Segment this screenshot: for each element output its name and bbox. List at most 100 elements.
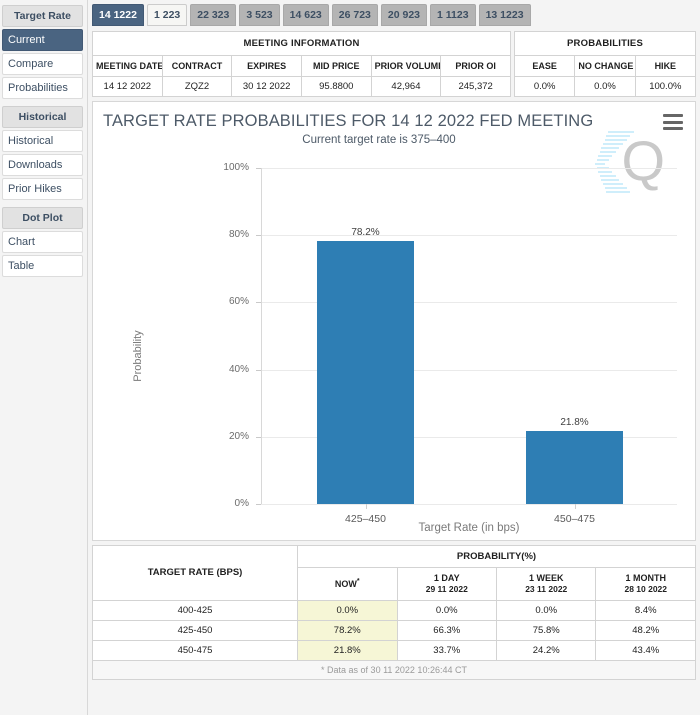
meeting-info-col-header: MEETING DATE bbox=[92, 55, 163, 77]
sidebar-item-table[interactable]: Table bbox=[2, 255, 83, 277]
y-gridline bbox=[261, 504, 677, 505]
main-content: 14 1222 1 223 22 323 3 523 14 623 26 723 20 92… bbox=[88, 0, 700, 715]
y-tick-label: 60% bbox=[228, 296, 249, 308]
sidebar-group-dot-plot: Dot Plot Chart Table bbox=[2, 207, 83, 277]
prob-col-subdate: 29 11 2022 bbox=[425, 584, 468, 595]
probabilities-col-header: NO CHANGE bbox=[574, 55, 636, 77]
y-tick-label: 0% bbox=[234, 498, 249, 509]
meeting-information-table: MEETING INFORMATION MEETING DATE CONTRACT… bbox=[92, 31, 511, 97]
chart-title: TARGET RATE PROBABILITIES FOR 14 12 2022… bbox=[103, 112, 594, 130]
meeting-info-value: 30 12 2022 bbox=[231, 76, 302, 97]
sidebar-group-header: Dot Plot bbox=[2, 207, 83, 229]
meeting-info-col-header: MID PRICE bbox=[300, 55, 372, 77]
sidebar-group-header: Historical bbox=[2, 106, 83, 128]
probability-detail-table: TARGET RATE (BPS) PROBABILITY(%) NOW* 1 D… bbox=[91, 545, 696, 661]
sidebar-group-historical: Historical Historical Downloads Prior Hikes bbox=[2, 106, 83, 200]
probability-cell-now: 78.2% bbox=[297, 619, 398, 641]
data-timestamp-note: * Data as of 30 11 2022 10:26:44 CT bbox=[92, 660, 696, 680]
bar-450-475[interactable] bbox=[526, 430, 623, 504]
x-tick-label: 425–450 bbox=[345, 513, 386, 525]
probability-cell-month: 8.4% bbox=[595, 599, 696, 621]
summary-tables-row: MEETING INFORMATION MEETING DATE CONTRACT… bbox=[92, 31, 697, 97]
hamburger-bar-1 bbox=[663, 114, 683, 117]
tab-13-1223[interactable]: 13 1223 bbox=[478, 4, 531, 26]
sidebar-item-prior-hikes[interactable]: Prior Hikes bbox=[2, 178, 83, 200]
probability-table-body: 400-425 0.0% 0.0% 0.0% 8.4% 425-450 78.2% 66.3%… bbox=[91, 599, 696, 661]
bar-value-label: 21.8% bbox=[560, 416, 589, 428]
table-row: 450-475 21.8% 33.7% 24.2% 43.4% bbox=[91, 639, 696, 661]
probabilities-summary-table: PROBABILITIES EASE NO CHANGE HIKE 0.0% 0.0%… bbox=[513, 31, 697, 97]
tab-20-923[interactable]: 20 923 bbox=[380, 4, 428, 26]
probabilities-value: 0.0% bbox=[513, 76, 576, 97]
hamburger-bar-3 bbox=[663, 127, 683, 130]
y-tick-mark bbox=[256, 504, 261, 505]
x-tick-mark bbox=[365, 504, 367, 509]
x-tick-mark bbox=[574, 504, 576, 509]
y-axis-label: Probability bbox=[132, 330, 144, 382]
sidebar: Target Rate Current Compare Probabilities Hi… bbox=[0, 0, 88, 715]
probability-cell-month: 43.4% bbox=[595, 639, 696, 661]
tab-1-223[interactable]: 1 223 bbox=[146, 4, 188, 26]
probability-cell-week: 0.0% bbox=[495, 599, 597, 621]
probability-cell-day: 33.7% bbox=[396, 639, 498, 661]
watermark-ray bbox=[607, 131, 634, 133]
probability-cell-day: 66.3% bbox=[396, 619, 498, 641]
meeting-info-col-header: CONTRACT bbox=[161, 55, 233, 77]
chart-subtitle: Current target rate is 375–400 bbox=[302, 134, 456, 146]
meeting-info-col-header: PRIOR VOLUME bbox=[370, 55, 442, 77]
y-tick-label: 40% bbox=[228, 363, 249, 375]
y-tick-label: 100% bbox=[223, 162, 249, 173]
prob-col-header-now: NOW* bbox=[297, 567, 398, 601]
probabilities-summary-panel: PROBABILITIES EASE NO CHANGE HIKE 0.0% 0.0%… bbox=[513, 31, 697, 97]
probability-cell-week: 24.2% bbox=[495, 639, 597, 661]
meeting-info-value: ZQZ2 bbox=[161, 76, 233, 97]
target-rate-cell: 425-450 bbox=[91, 619, 299, 641]
meeting-information-title: MEETING INFORMATION bbox=[92, 31, 511, 56]
y-gridline bbox=[261, 168, 677, 169]
y-gridline bbox=[261, 235, 677, 237]
hamburger-icon[interactable] bbox=[663, 114, 683, 130]
tab-14-623[interactable]: 14 623 bbox=[282, 4, 329, 26]
tab-14-1222[interactable]: 14 1222 bbox=[92, 4, 144, 26]
sidebar-item-chart[interactable]: Chart bbox=[2, 231, 83, 253]
probabilities-value: 100.0% bbox=[634, 76, 697, 97]
target-rate-header: TARGET RATE (BPS) bbox=[91, 545, 299, 601]
tab-1-1123[interactable]: 1 1123 bbox=[430, 4, 476, 26]
probability-detail-panel: TARGET RATE (BPS) PROBABILITY(%) NOW* 1 D… bbox=[91, 545, 696, 680]
sidebar-item-downloads[interactable]: Downloads bbox=[2, 154, 83, 176]
probabilities-summary-title: PROBABILITIES bbox=[514, 31, 696, 56]
watermark-ray bbox=[601, 147, 620, 149]
prob-col-header-1-month: 1 MONTH 28 10 2022 bbox=[595, 567, 696, 601]
bar-425-450[interactable] bbox=[317, 241, 414, 504]
meeting-info-col-header: PRIOR OI bbox=[440, 55, 511, 77]
tab-22-323[interactable]: 22 323 bbox=[190, 4, 237, 26]
meeting-information-header-row: MEETING DATE CONTRACT EXPIRES MID PRICE PRIO… bbox=[92, 55, 511, 77]
sidebar-item-compare[interactable]: Compare bbox=[2, 53, 83, 75]
probability-cell-week: 75.8% bbox=[495, 619, 597, 641]
y-tick-label: 20% bbox=[228, 430, 249, 442]
watermark-ray bbox=[598, 155, 613, 157]
sidebar-item-current[interactable]: Current bbox=[2, 29, 83, 51]
sidebar-item-historical[interactable]: Historical bbox=[2, 130, 83, 152]
tab-3-523[interactable]: 3 523 bbox=[239, 4, 280, 26]
meeting-information-value-row: 14 12 2022 ZQZ2 30 12 2022 95.8800 42,964 245… bbox=[92, 76, 511, 97]
table-row: 425-450 78.2% 66.3% 75.8% 48.2% bbox=[91, 619, 696, 641]
prob-col-subdate: 28 10 2022 bbox=[624, 584, 668, 595]
y-axis-line bbox=[261, 168, 262, 504]
meeting-tabs[interactable]: 14 1222 1 223 22 323 3 523 14 623 26 723 20 92… bbox=[92, 4, 696, 26]
probability-cell-now: 0.0% bbox=[297, 599, 398, 621]
chart-panel: TARGET RATE PROBABILITIES FOR 14 12 2022… bbox=[92, 101, 696, 541]
meeting-information-panel: MEETING INFORMATION MEETING DATE CONTRACT… bbox=[92, 31, 511, 97]
sidebar-group-target-rate: Target Rate Current Compare Probabilities bbox=[2, 5, 83, 99]
y-tick-label: 80% bbox=[228, 229, 249, 241]
sidebar-group-header: Target Rate bbox=[2, 5, 83, 27]
probability-cell-month: 48.2% bbox=[595, 619, 696, 641]
sidebar-item-probabilities[interactable]: Probabilities bbox=[2, 77, 83, 99]
probability-header: PROBABILITY(%) bbox=[297, 545, 696, 568]
tab-26-723[interactable]: 26 723 bbox=[331, 4, 378, 26]
watermark-ray bbox=[599, 151, 616, 153]
target-rate-cell: 450-475 bbox=[91, 639, 299, 661]
probabilities-summary-value-row: 0.0% 0.0% 100.0% bbox=[513, 76, 697, 97]
probability-cell-now: 21.8% bbox=[297, 639, 398, 661]
cme-fedwatch-app: Target Rate Current Compare Probabilities Hi… bbox=[0, 0, 700, 715]
